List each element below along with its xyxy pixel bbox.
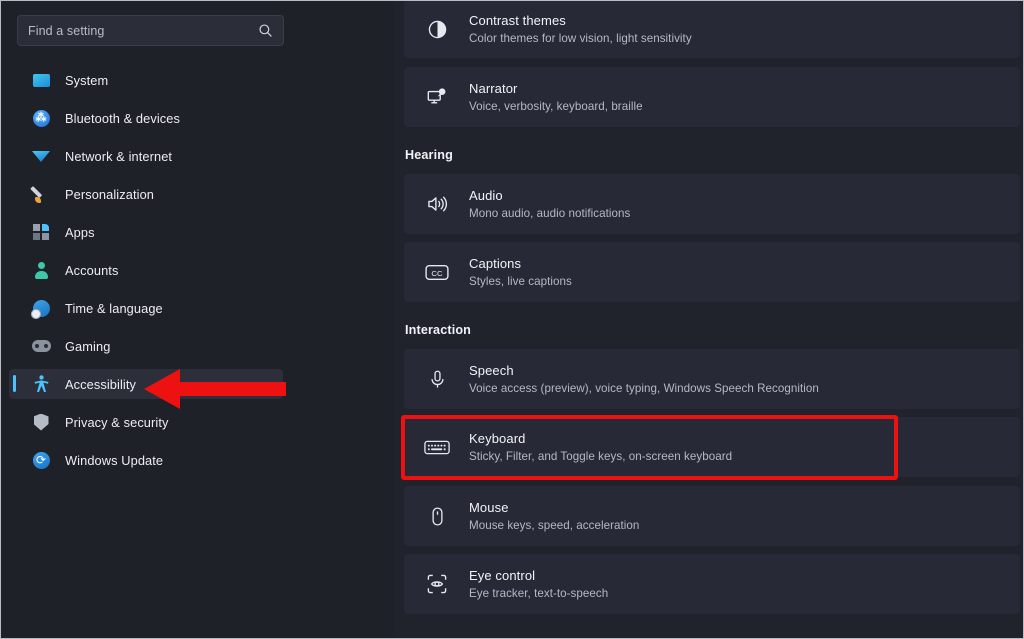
sidebar: Find a setting System ⁂ Bluetooth & devi… (1, 1, 395, 638)
card-text: Keyboard Sticky, Filter, and Toggle keys… (469, 431, 732, 464)
card-keyboard[interactable]: Keyboard Sticky, Filter, and Toggle keys… (404, 417, 1020, 477)
search-input[interactable]: Find a setting (17, 15, 284, 46)
card-title: Narrator (469, 80, 518, 96)
update-refresh-icon: ⟳ (31, 450, 51, 470)
card-title: Speech (469, 362, 514, 378)
settings-window: Find a setting System ⁂ Bluetooth & devi… (0, 0, 1024, 639)
section-heading-interaction: Interaction (405, 323, 472, 337)
card-subtitle: Styles, live captions (469, 274, 572, 288)
sidebar-item-label: Windows Update (65, 452, 164, 468)
closed-caption-icon: CC (422, 257, 452, 287)
mouse-icon (422, 501, 452, 531)
card-speech[interactable]: Speech Voice access (preview), voice typ… (404, 349, 1020, 409)
main-content: Contrast themes Color themes for low vis… (395, 1, 1023, 638)
paintbrush-icon (30, 184, 51, 204)
card-text: Captions Styles, live captions (469, 256, 572, 289)
clock-globe-icon (30, 298, 51, 319)
monitor-icon (31, 70, 51, 90)
contrast-circle-icon (422, 14, 452, 44)
search-placeholder: Find a setting (28, 23, 105, 38)
card-narrator[interactable]: Narrator Voice, verbosity, keyboard, bra… (404, 67, 1020, 127)
sidebar-item-label: System (65, 72, 109, 88)
card-text: Contrast themes Color themes for low vis… (469, 13, 692, 46)
card-title: Captions (469, 255, 522, 271)
card-eye-control[interactable]: Eye control Eye tracker, text-to-speech (404, 554, 1020, 614)
sidebar-nav: System ⁂ Bluetooth & devices Network & i… (1, 65, 291, 483)
apps-grid-icon (31, 222, 51, 242)
card-title: Eye control (469, 567, 536, 583)
section-heading-hearing: Hearing (405, 148, 453, 162)
card-text: Speech Voice access (preview), voice typ… (469, 363, 819, 396)
card-captions[interactable]: CC Captions Styles, live captions (404, 242, 1020, 302)
card-text: Eye control Eye tracker, text-to-speech (469, 568, 608, 601)
card-title: Audio (469, 187, 503, 203)
selection-indicator (13, 375, 16, 392)
shield-icon (31, 412, 51, 432)
search-icon[interactable] (258, 23, 273, 38)
gamepad-icon (31, 336, 51, 356)
card-subtitle: Voice access (preview), voice typing, Wi… (469, 381, 819, 395)
accessibility-person-icon (31, 374, 51, 394)
narrator-monitor-icon (422, 82, 452, 112)
sidebar-item-label: Network & internet (65, 148, 173, 164)
card-audio[interactable]: Audio Mono audio, audio notifications (404, 174, 1020, 234)
person-account-icon (31, 260, 51, 280)
sidebar-item-time-language[interactable]: Time & language (9, 293, 283, 323)
card-subtitle: Color themes for low vision, light sensi… (469, 31, 692, 45)
sidebar-item-label: Apps (65, 224, 95, 240)
sidebar-item-accessibility[interactable]: Accessibility (9, 369, 283, 399)
card-title: Keyboard (469, 430, 526, 446)
sidebar-item-label: Time & language (65, 300, 163, 316)
microphone-icon (422, 364, 452, 394)
card-subtitle: Voice, verbosity, keyboard, braille (469, 99, 643, 113)
sidebar-item-apps[interactable]: Apps (9, 217, 283, 247)
keyboard-icon (422, 432, 452, 462)
card-contrast-themes[interactable]: Contrast themes Color themes for low vis… (404, 1, 1020, 58)
card-subtitle: Eye tracker, text-to-speech (469, 586, 609, 600)
sidebar-item-windows-update[interactable]: ⟳ Windows Update (9, 445, 283, 475)
card-subtitle: Mouse keys, speed, acceleration (469, 518, 640, 532)
card-title: Mouse (469, 499, 509, 515)
sidebar-item-label: Gaming (65, 338, 111, 354)
card-text: Audio Mono audio, audio notifications (469, 188, 630, 221)
sidebar-item-label: Personalization (65, 186, 154, 202)
card-text: Mouse Mouse keys, speed, acceleration (469, 500, 639, 533)
sidebar-item-network-internet[interactable]: Network & internet (9, 141, 283, 171)
sidebar-item-privacy-security[interactable]: Privacy & security (9, 407, 283, 437)
svg-text:CC: CC (431, 268, 443, 277)
sidebar-item-label: Bluetooth & devices (65, 110, 181, 126)
sidebar-item-label: Accessibility (65, 376, 136, 392)
card-title: Contrast themes (469, 12, 566, 28)
wifi-icon (31, 146, 51, 166)
sidebar-item-label: Accounts (65, 262, 119, 278)
sidebar-item-label: Privacy & security (65, 414, 169, 430)
card-subtitle: Sticky, Filter, and Toggle keys, on-scre… (469, 449, 733, 463)
sidebar-item-personalization[interactable]: Personalization (9, 179, 283, 209)
sidebar-item-accounts[interactable]: Accounts (9, 255, 283, 285)
sidebar-item-gaming[interactable]: Gaming (9, 331, 283, 361)
card-subtitle: Mono audio, audio notifications (469, 206, 631, 220)
sidebar-item-bluetooth-devices[interactable]: ⁂ Bluetooth & devices (9, 103, 283, 133)
bluetooth-icon: ⁂ (31, 108, 51, 128)
speaker-volume-icon (422, 189, 452, 219)
card-mouse[interactable]: Mouse Mouse keys, speed, acceleration (404, 486, 1020, 546)
card-text: Narrator Voice, verbosity, keyboard, bra… (469, 81, 643, 114)
eye-control-icon (422, 569, 452, 599)
sidebar-item-system[interactable]: System (9, 65, 283, 95)
